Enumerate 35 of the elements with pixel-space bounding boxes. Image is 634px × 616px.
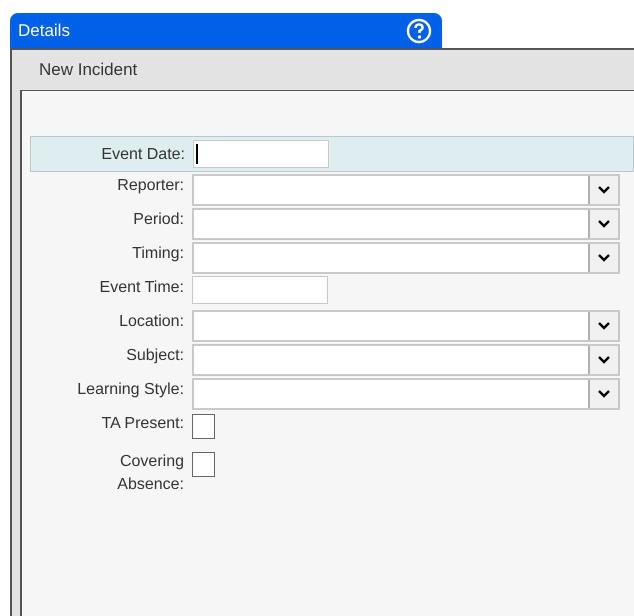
panel-title: New Incident <box>39 59 138 82</box>
field-label: TA Present: <box>100 414 185 434</box>
dropdown-field[interactable] <box>192 242 620 274</box>
field-label: Reporter: <box>116 176 185 196</box>
dropdown-button[interactable] <box>588 346 618 374</box>
dropdown-field[interactable] <box>192 310 620 342</box>
dropdown-field[interactable] <box>192 208 620 240</box>
tab-title: Details <box>18 20 70 42</box>
field-label: Subject: <box>125 346 185 366</box>
text-field[interactable] <box>193 140 329 168</box>
chevron-down-icon <box>597 253 611 263</box>
field-label: Timing: <box>131 244 185 264</box>
field-label: Event Date: <box>100 144 186 164</box>
dropdown-button[interactable] <box>588 176 618 204</box>
dropdown-button[interactable] <box>588 380 618 408</box>
text-field[interactable] <box>192 276 328 304</box>
chevron-down-icon <box>597 321 611 331</box>
dropdown-button[interactable] <box>588 244 618 272</box>
checkbox[interactable] <box>192 452 215 477</box>
dropdown-button[interactable] <box>588 312 618 340</box>
field-label: Location: <box>118 312 185 332</box>
checkbox[interactable] <box>192 414 215 439</box>
dropdown-field[interactable] <box>192 378 620 410</box>
dropdown-field[interactable] <box>192 174 620 206</box>
field-label: Covering Absence: <box>116 452 185 495</box>
field-label: Learning Style: <box>76 380 185 400</box>
dropdown-button[interactable] <box>588 210 618 238</box>
field-label: Event Time: <box>98 278 185 298</box>
field-label: Period: <box>132 210 185 230</box>
chevron-down-icon <box>597 389 611 399</box>
chevron-down-icon <box>597 185 611 195</box>
chevron-down-icon <box>597 355 611 365</box>
help-icon[interactable] <box>406 18 432 44</box>
dropdown-field[interactable] <box>192 344 620 376</box>
chevron-down-icon <box>597 219 611 229</box>
